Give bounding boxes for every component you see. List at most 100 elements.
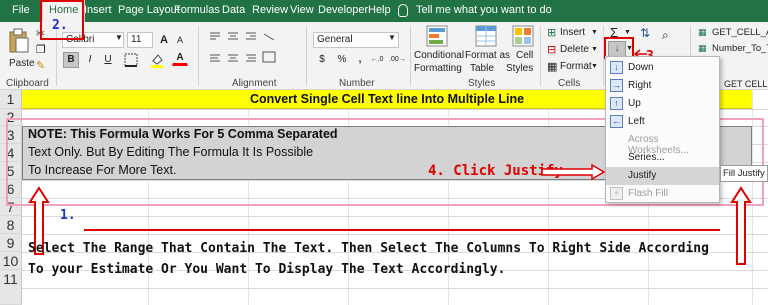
- format-cells-icon[interactable]: ▦: [547, 60, 557, 73]
- menu-item-label: Left: [628, 116, 645, 127]
- paste-icon[interactable]: [8, 28, 30, 54]
- tab-data[interactable]: Data: [222, 4, 245, 16]
- tab-view[interactable]: View: [290, 4, 314, 16]
- fill-right-item[interactable]: → Right: [606, 77, 719, 95]
- clipboard-group-label: Clipboard: [6, 78, 49, 89]
- paste-label[interactable]: Paste: [9, 58, 35, 69]
- copy-icon[interactable]: ❐: [36, 43, 46, 56]
- format-painter-icon[interactable]: ✎: [36, 59, 45, 72]
- addin-number-to-t[interactable]: Number_To_T: [712, 43, 768, 54]
- divider: [306, 26, 307, 86]
- chevron-down-icon[interactable]: ▼: [388, 33, 396, 42]
- shrink-font-button[interactable]: A: [172, 32, 188, 48]
- styles-group-label: Styles: [468, 78, 496, 89]
- chevron-down-icon[interactable]: ▼: [591, 29, 598, 36]
- tab-page-layout[interactable]: Page Layout: [118, 4, 180, 16]
- row-header[interactable]: 1: [0, 90, 22, 109]
- addin-get-cell-add[interactable]: GET CELL ADD: [724, 79, 768, 89]
- conditional-label[interactable]: Conditional: [414, 50, 464, 61]
- fill-dropdown-menu: ↓ Down → Right ↑ Up ← Left Across Worksh…: [605, 56, 720, 203]
- underline-button[interactable]: U: [100, 52, 116, 68]
- arrow-left-icon: ←: [610, 115, 623, 128]
- menu-item-label: Series...: [628, 152, 665, 163]
- format-as-label[interactable]: Format as: [465, 50, 510, 61]
- instruction-line-2: To your Estimate Or You Want To Display …: [28, 262, 506, 277]
- grid-icon: ▦: [698, 27, 707, 37]
- menu-item-label: Right: [628, 80, 652, 91]
- tab-review[interactable]: Review: [252, 4, 288, 16]
- percent-button[interactable]: %: [334, 52, 350, 68]
- chevron-down-icon[interactable]: ▼: [591, 46, 598, 53]
- arrow-icon: [84, 229, 720, 231]
- flash-fill-item: ⚡ Flash Fill: [606, 185, 719, 203]
- chevron-down-icon[interactable]: ▼: [591, 63, 598, 70]
- row-header[interactable]: 9: [0, 234, 22, 252]
- delete-cells-button[interactable]: Delete: [560, 44, 589, 55]
- arrow-down-icon: ↓: [610, 61, 623, 74]
- up-arrow-icon: [730, 186, 752, 265]
- currency-button[interactable]: $: [314, 52, 330, 68]
- italic-button[interactable]: I: [82, 52, 98, 68]
- divider: [198, 26, 199, 86]
- number-group-label: Number: [339, 78, 375, 89]
- menu-item-label: Flash Fill: [628, 188, 669, 199]
- formatting-label[interactable]: Formatting: [414, 63, 462, 74]
- grid-icon: ▦: [698, 43, 707, 53]
- fill-down-item[interactable]: ↓ Down: [606, 59, 719, 77]
- row-line: [22, 288, 768, 289]
- borders-icon[interactable]: [124, 53, 138, 67]
- fill-series-item[interactable]: Series...: [606, 149, 719, 167]
- comma-style-button[interactable]: ,: [352, 52, 368, 68]
- row-line: [22, 216, 768, 217]
- alignment-group-label: Alignment: [232, 78, 277, 89]
- addin-get-cell-ad[interactable]: GET_CELL_AD: [712, 27, 768, 38]
- flash-fill-icon: ⚡: [610, 187, 623, 200]
- fill-up-item[interactable]: ↑ Up: [606, 95, 719, 113]
- row-header[interactable]: 8: [0, 216, 22, 234]
- fill-color-icon[interactable]: [150, 52, 164, 68]
- find-select-icon[interactable]: ⌕: [662, 28, 669, 43]
- tab-file[interactable]: File: [12, 4, 30, 16]
- row-header[interactable]: 11: [0, 270, 22, 305]
- fill-left-item[interactable]: ← Left: [606, 113, 719, 131]
- table-label[interactable]: Table: [470, 63, 494, 74]
- tell-me-search[interactable]: Tell me what you want to do: [416, 4, 552, 16]
- insert-cells-button[interactable]: Insert: [560, 27, 585, 38]
- cells-group-label: Cells: [558, 78, 581, 89]
- chevron-down-icon[interactable]: ▼: [115, 33, 123, 42]
- tab-insert[interactable]: Insert: [84, 4, 112, 16]
- font-size-box[interactable]: 11: [127, 32, 153, 48]
- decrease-decimal-button[interactable]: .00→: [388, 52, 406, 68]
- delete-cells-icon[interactable]: ⊟: [547, 43, 556, 56]
- step-1-label: 1.: [60, 208, 76, 223]
- fill-across-worksheets-item: Across Worksheets...: [606, 131, 719, 156]
- row-line: [22, 234, 768, 235]
- menu-item-label: Up: [628, 98, 641, 109]
- conditional-formatting-icon[interactable]: [426, 25, 448, 47]
- menu-item-label: Justify: [628, 170, 657, 181]
- sort-filter-icon[interactable]: ⇅: [640, 26, 650, 40]
- tab-developer[interactable]: Developer: [318, 4, 368, 16]
- font-color-button[interactable]: A: [172, 50, 188, 66]
- row-header[interactable]: 10: [0, 252, 22, 270]
- styles-word-label[interactable]: Styles: [506, 63, 533, 74]
- insert-cells-icon[interactable]: ⊞: [547, 26, 556, 39]
- format-cells-button[interactable]: Format: [560, 61, 592, 72]
- chevron-down-icon[interactable]: ▼: [624, 29, 631, 36]
- arrow-right-icon: →: [610, 79, 623, 92]
- increase-decimal-button[interactable]: ←.0: [368, 52, 386, 68]
- alignment-buttons[interactable]: [208, 30, 278, 70]
- cell-styles-icon[interactable]: [512, 25, 534, 47]
- bold-button[interactable]: B: [63, 52, 79, 68]
- grow-font-button[interactable]: A: [156, 32, 172, 48]
- format-as-table-icon[interactable]: [475, 25, 497, 47]
- number-format-box[interactable]: General: [313, 32, 399, 48]
- tab-help[interactable]: Help: [368, 4, 391, 16]
- tab-formulas[interactable]: Formulas: [174, 4, 220, 16]
- divider: [410, 26, 411, 86]
- step-2-label: 2.: [52, 18, 68, 33]
- fill-justify-item[interactable]: Justify: [606, 167, 719, 185]
- cell-label[interactable]: Cell: [516, 50, 533, 61]
- arrow-icon: [541, 164, 606, 180]
- fill-justify-tooltip: Fill Justify: [720, 165, 768, 182]
